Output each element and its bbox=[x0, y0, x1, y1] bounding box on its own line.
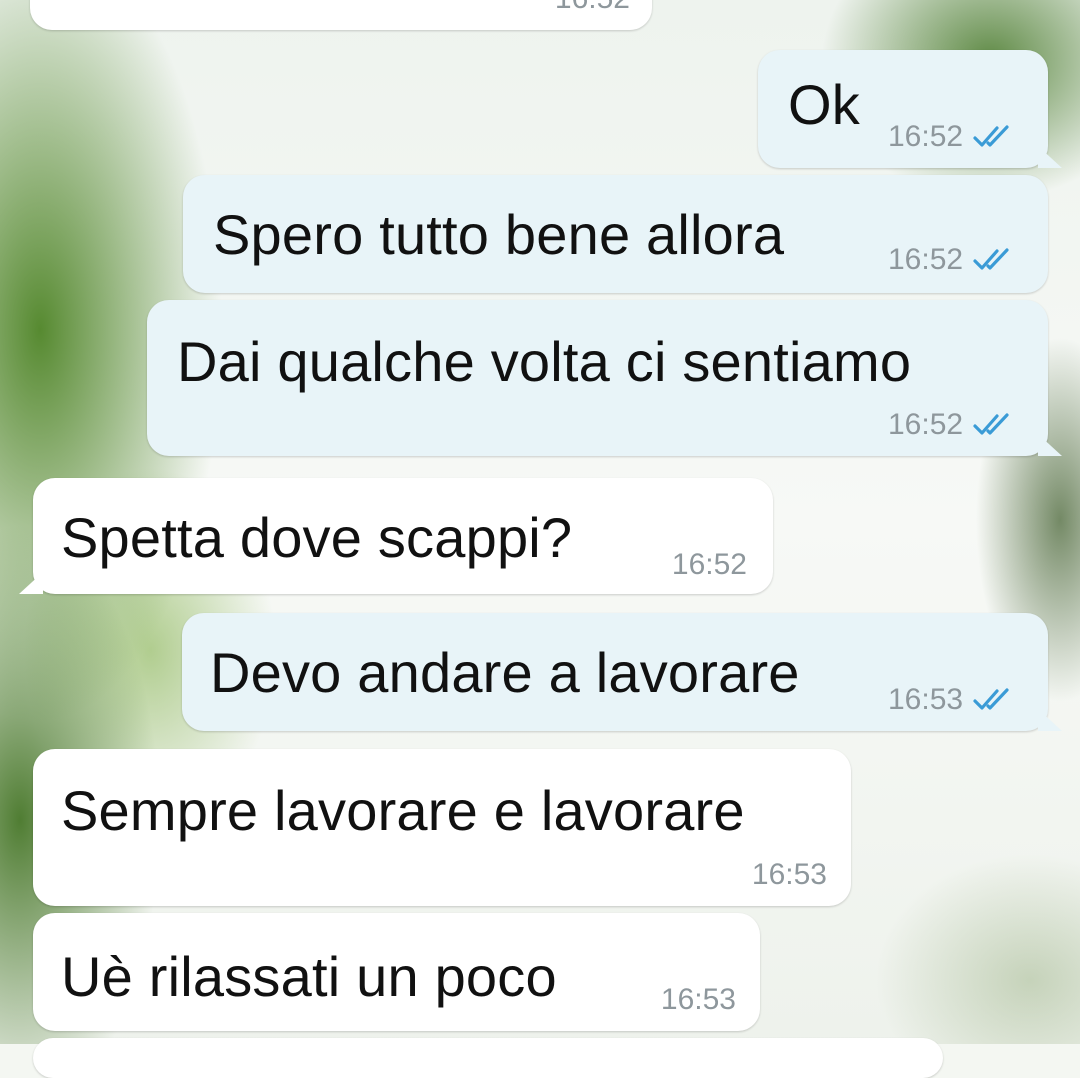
read-double-check-icon bbox=[973, 688, 1009, 710]
message-time: 16:52 bbox=[671, 548, 747, 581]
message-meta: 16:52 bbox=[888, 408, 1017, 442]
message-bubble-outgoing[interactable]: Ok 16:52 bbox=[758, 50, 1062, 168]
message-bubble-outgoing[interactable]: Spero tutto bene allora 16:52 bbox=[183, 175, 1048, 293]
message-time: 16:53 bbox=[888, 683, 964, 716]
message-bubble-incoming[interactable] bbox=[33, 1038, 943, 1078]
message-bubble-outgoing[interactable]: Dai qualche volta ci sentiamo 16:52 bbox=[147, 300, 1062, 456]
message-meta: 16:52 bbox=[888, 120, 1017, 154]
message-bubble-incoming[interactable]: Sempre lavorare e lavorare 16:53 bbox=[33, 749, 851, 906]
message-text: Spero tutto bene allora bbox=[213, 203, 785, 266]
message-time: 16:52 bbox=[888, 243, 964, 276]
read-double-check-icon bbox=[973, 413, 1009, 435]
message-time: 16:52 bbox=[888, 408, 964, 441]
message-meta: 16:53 bbox=[661, 983, 736, 1017]
message-meta: 16:53 bbox=[888, 683, 1017, 717]
message-text: Spetta dove scappi? bbox=[61, 506, 573, 569]
message-bubble-incoming[interactable]: 16:52 bbox=[30, 0, 652, 30]
message-meta: 16:52 bbox=[672, 548, 747, 582]
message-text: Sempre lavorare e lavorare bbox=[61, 779, 745, 842]
message-meta: 16:52 bbox=[888, 243, 1017, 277]
message-text: Dai qualche volta ci sentiamo bbox=[177, 330, 912, 393]
message-time: 16:52 bbox=[555, 0, 630, 16]
message-bubble-incoming[interactable]: Spetta dove scappi? 16:52 bbox=[19, 478, 773, 594]
message-time: 16:53 bbox=[660, 983, 736, 1016]
read-double-check-icon bbox=[973, 248, 1009, 270]
read-double-check-icon bbox=[973, 125, 1009, 147]
message-bubble-incoming[interactable]: Uè rilassati un poco 16:53 bbox=[33, 913, 760, 1031]
message-text: Uè rilassati un poco bbox=[61, 945, 557, 1008]
message-meta: 16:53 bbox=[752, 858, 827, 892]
message-time: 16:52 bbox=[888, 120, 964, 153]
message-text: Devo andare a lavorare bbox=[210, 641, 800, 704]
message-text: Ok bbox=[788, 73, 860, 136]
message-bubble-outgoing[interactable]: Devo andare a lavorare 16:53 bbox=[182, 613, 1062, 731]
message-time: 16:53 bbox=[751, 858, 827, 891]
